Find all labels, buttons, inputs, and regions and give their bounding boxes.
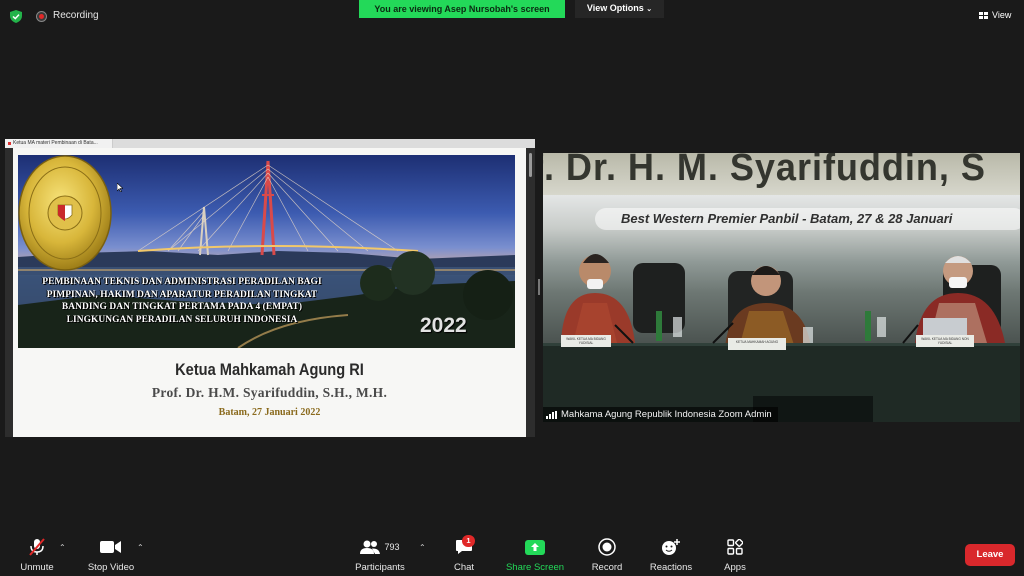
view-options-label: View Options <box>586 3 644 13</box>
video-options-caret-icon[interactable]: ⌃ <box>137 543 144 552</box>
bridge-photo: PEMBINAAN TEKNIS DAN ADMINISTRASI PERADI… <box>18 155 515 348</box>
stop-video-button[interactable]: Stop Video <box>84 530 138 576</box>
mahkamah-agung-seal-icon <box>18 155 112 271</box>
apps-button[interactable]: Apps <box>718 530 752 576</box>
shared-screen[interactable]: Ketua MA materi Pembinaan di Bata... PEM… <box>5 139 535 437</box>
view-label: View <box>992 10 1012 20</box>
shield-icon[interactable] <box>10 10 22 23</box>
participants-icon: 793 <box>360 536 400 558</box>
microphone-muted-icon <box>28 536 46 558</box>
caption-line: PIMPINAN, HAKIM DAN APARATUR PERADILAN T… <box>46 289 318 300</box>
participants-label: Participants <box>355 562 405 573</box>
slide-title: Ketua Mahkamah Agung RI <box>175 360 364 379</box>
split-view-divider[interactable] <box>538 279 540 295</box>
reactions-icon <box>661 536 681 558</box>
record-label: Record <box>591 562 623 573</box>
caption-line: LINGKUNGAN PERADILAN SELURUH INDONESIA <box>66 314 298 325</box>
stop-video-label: Stop Video <box>87 562 135 573</box>
recording-icon <box>36 11 47 22</box>
nameplate-left: WAKIL KETUA MA BIDANG YUDISIAL <box>566 337 606 345</box>
view-button[interactable]: View <box>973 6 1019 24</box>
grid-view-icon <box>979 11 988 19</box>
reactions-label: Reactions <box>649 562 693 573</box>
viewer-scrollbar-track[interactable] <box>526 148 535 437</box>
recording-label: Recording <box>53 10 99 21</box>
chevron-down-icon: ⌄ <box>646 6 653 13</box>
reactions-button[interactable]: Reactions <box>646 530 696 576</box>
participants-button[interactable]: 793 Participants <box>350 530 410 576</box>
participant-name: Mahkama Agung Republik Indonesia Zoom Ad… <box>561 409 772 420</box>
participants-options-caret-icon[interactable]: ⌃ <box>419 543 426 552</box>
slide-date: Batam, 27 Januari 2022 <box>218 407 321 418</box>
signal-strength-icon <box>546 410 557 419</box>
chat-badge: 1 <box>462 535 475 547</box>
caption-line: BANDING DAN TINGKAT PERTAMA PADA 4 (EMPA… <box>61 302 303 312</box>
zoom-meeting-window: Recording You are viewing Asep Nursobah'… <box>0 0 1024 576</box>
chat-label: Chat <box>453 562 475 573</box>
unmute-label: Unmute <box>20 562 54 573</box>
caption-line: PEMBINAAN TEKNIS DAN ADMINISTRASI PERADI… <box>42 277 322 287</box>
slide-year: 2022 <box>420 314 467 337</box>
share-screen-icon <box>525 536 545 558</box>
presentation-slide: PEMBINAAN TEKNIS DAN ADMINISTRASI PERADI… <box>13 148 526 437</box>
record-icon <box>598 536 616 558</box>
participants-count: 793 <box>384 542 400 552</box>
browser-tab[interactable]: Ketua MA materi Pembinaan di Bata... <box>5 139 113 148</box>
slide-caption: PEMBINAAN TEKNIS DAN ADMINISTRASI PERADI… <box>32 276 332 326</box>
share-screen-button[interactable]: Share Screen <box>503 530 567 576</box>
leave-button[interactable]: Leave <box>965 544 1015 566</box>
viewer-scrollbar-thumb[interactable] <box>529 153 532 177</box>
mouse-cursor-icon <box>117 183 123 192</box>
participant-name-label: Mahkama Agung Republik Indonesia Zoom Ad… <box>543 407 778 422</box>
audio-options-caret-icon[interactable]: ⌃ <box>59 543 66 552</box>
participant-video-tile[interactable]: f. Dr. H. M. Syarifuddin, S Best Western… <box>543 153 1020 422</box>
viewing-screen-banner: You are viewing Asep Nursobah's screen <box>359 0 565 18</box>
person-left <box>561 254 635 343</box>
view-options-button[interactable]: View Options ⌄ <box>575 0 664 18</box>
nameplate-right: WAKIL KETUA MA BIDANG NON YUDISIAL <box>921 337 969 345</box>
record-button[interactable]: Record <box>586 530 628 576</box>
share-screen-label: Share Screen <box>505 562 565 573</box>
viewer-margin-left <box>5 148 13 437</box>
slide-speaker: Prof. Dr. H.M. Syarifuddin, S.H., M.H. <box>151 385 388 400</box>
apps-label: Apps <box>724 562 746 573</box>
stage-scene <box>543 254 1020 422</box>
meeting-toolbar: Unmute ⌃ Stop Video ⌃ 793 Participants ⌃… <box>0 530 1024 576</box>
chat-button[interactable]: 1 Chat <box>446 530 482 576</box>
nameplate-center: KETUA MAHKAMAH AGUNG <box>735 340 779 344</box>
unmute-button[interactable]: Unmute <box>14 530 60 576</box>
video-camera-icon <box>100 536 122 558</box>
apps-icon <box>727 536 743 558</box>
